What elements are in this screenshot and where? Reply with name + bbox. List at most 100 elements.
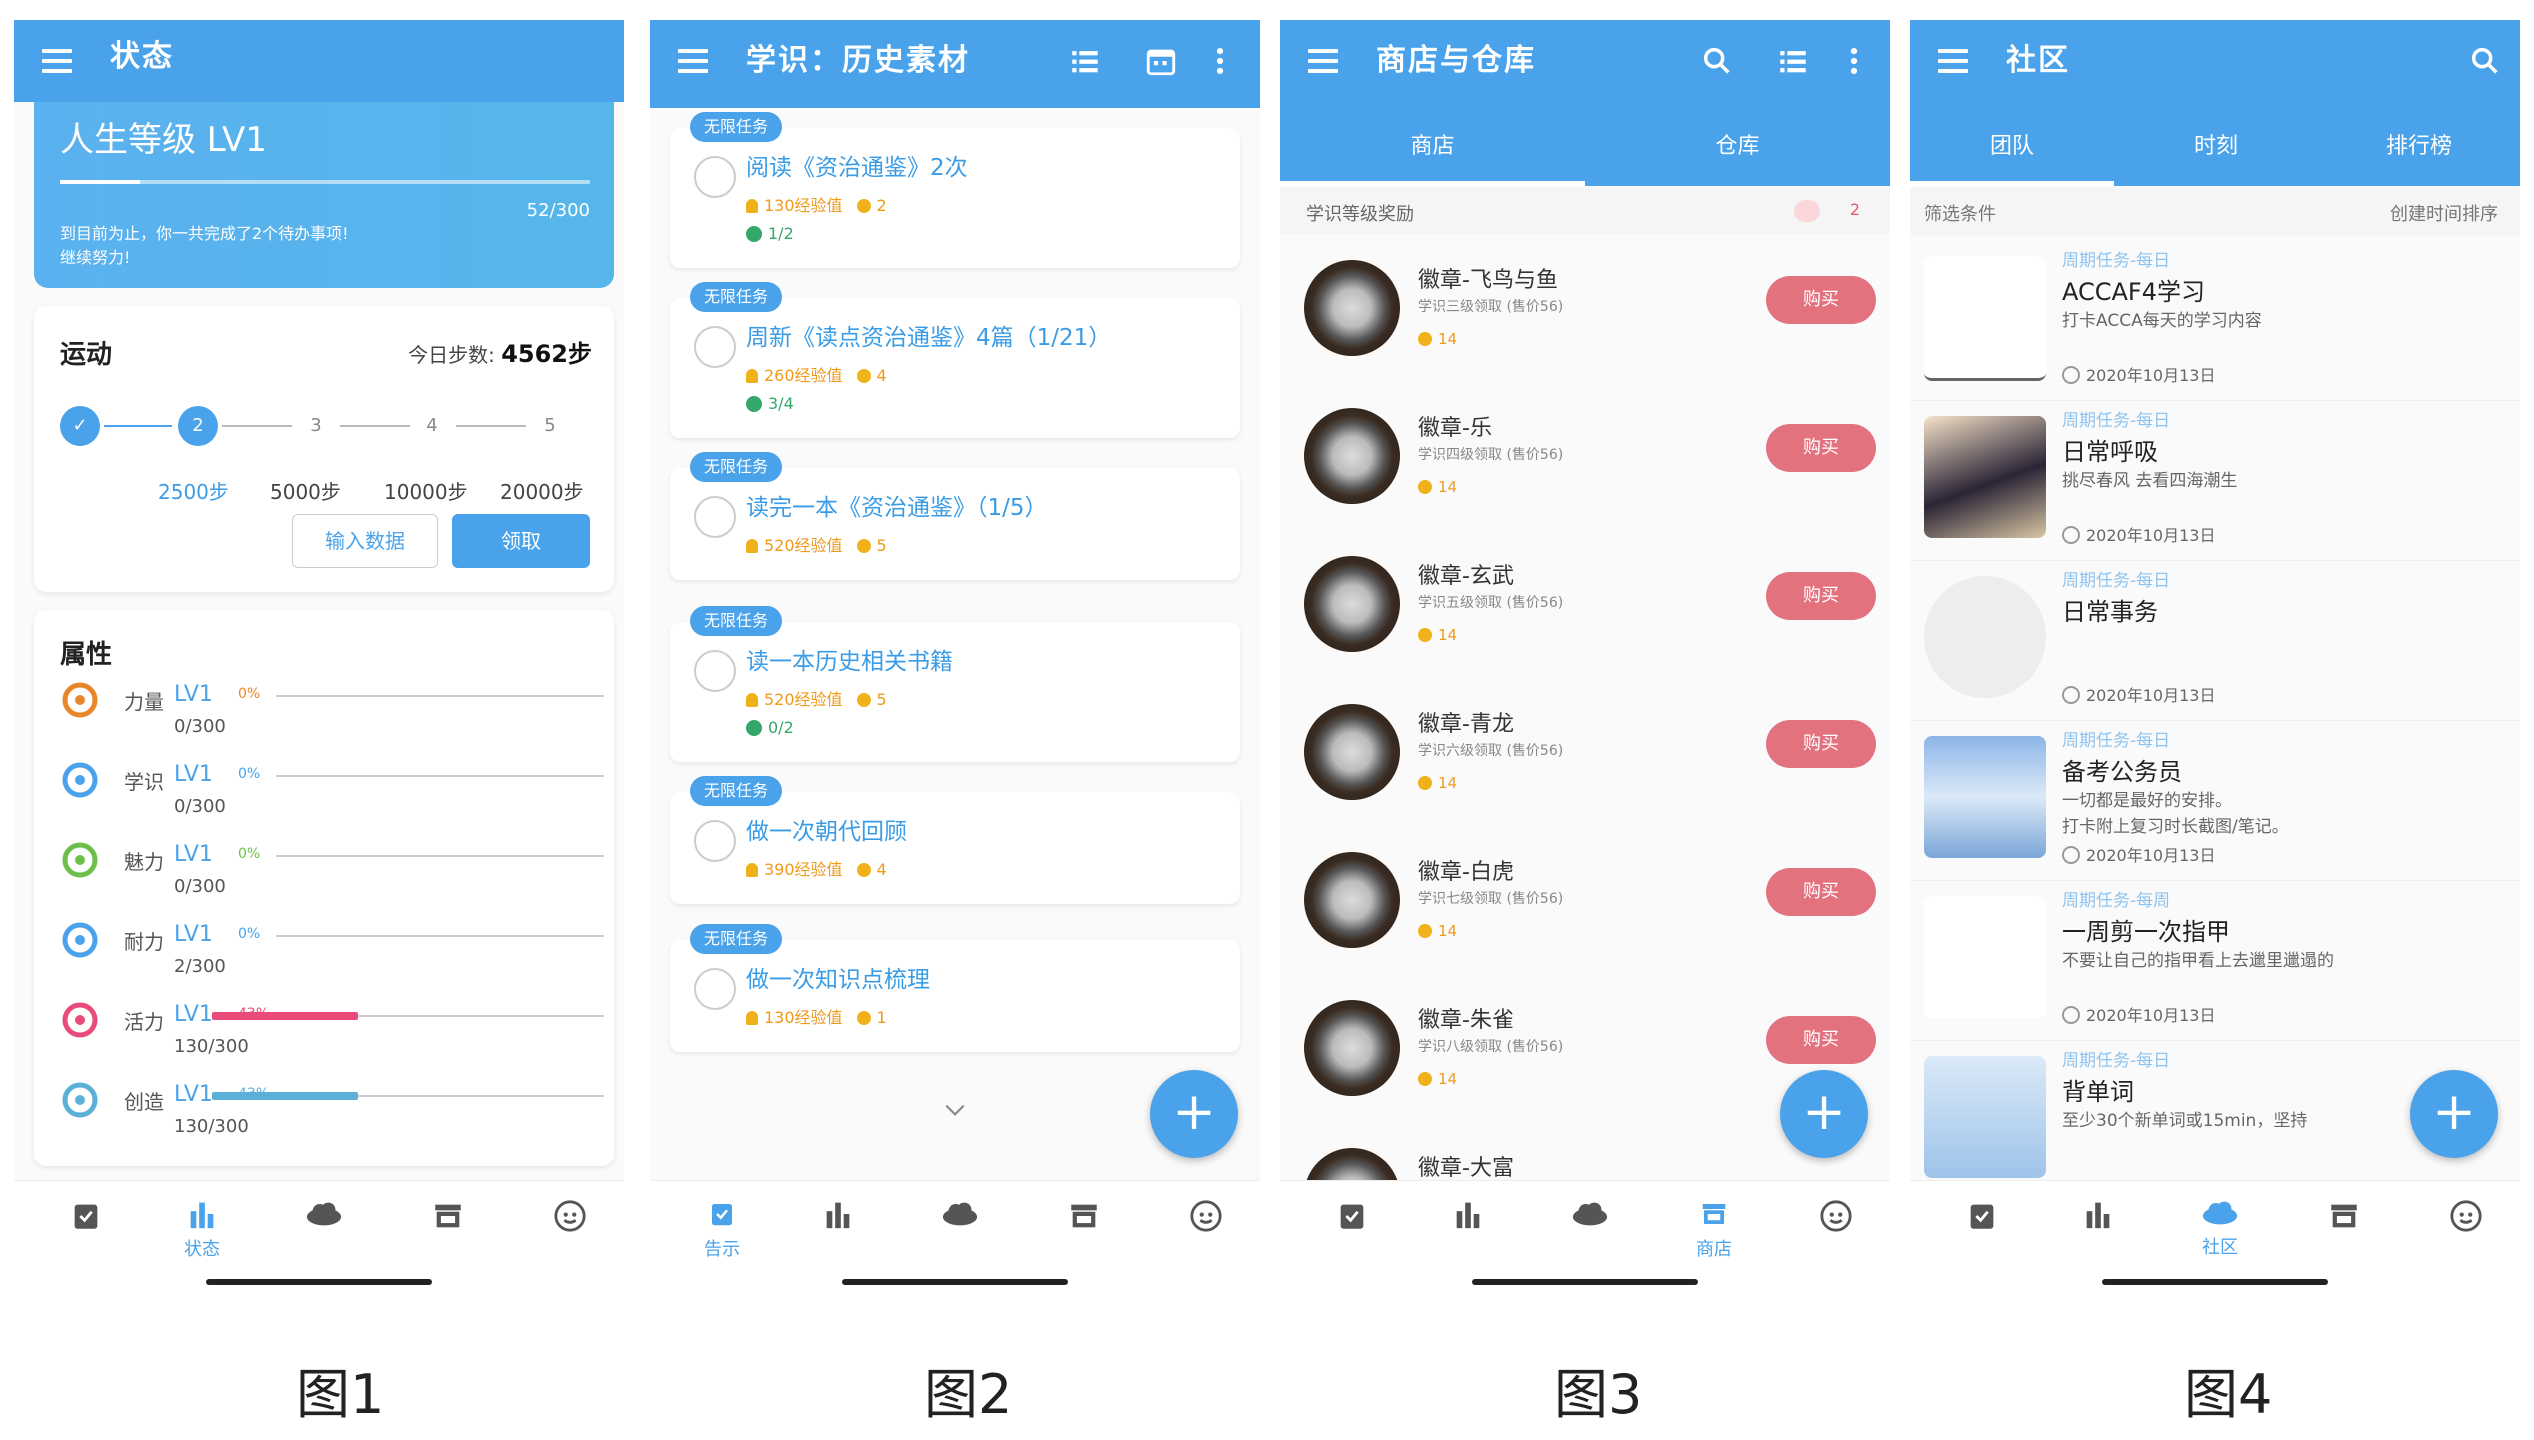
- tab-shop[interactable]: 商店: [1280, 108, 1585, 186]
- tab-team[interactable]: 团队: [1910, 108, 2114, 186]
- progress-icon: [746, 226, 762, 242]
- nav-profile-icon[interactable]: [2436, 1199, 2496, 1259]
- task-checkbox[interactable]: [694, 496, 736, 538]
- task-description-line: 打卡附上复习时长截图/笔记。: [2062, 817, 2289, 837]
- more-vert-icon[interactable]: [1210, 44, 1244, 78]
- task-card[interactable]: 做一次朝代回顾 390经验值 4: [670, 792, 1240, 904]
- buy-button[interactable]: 购买: [1766, 868, 1876, 916]
- task-exp: 130经验值: [764, 1008, 843, 1027]
- task-card[interactable]: 做一次知识点梳理 130经验值 1: [670, 940, 1240, 1052]
- list-icon[interactable]: [1068, 44, 1102, 78]
- steps-title: 运动: [60, 340, 113, 370]
- nav-shop-icon[interactable]: 商店: [1684, 1199, 1744, 1260]
- task-description-line: 打卡ACCA每天的学习内容: [2062, 311, 2262, 331]
- nav-status-icon[interactable]: 状态: [172, 1199, 232, 1260]
- step-dot-2[interactable]: 2: [178, 406, 218, 446]
- nav-shop-icon[interactable]: [1054, 1199, 1114, 1259]
- search-icon[interactable]: [1700, 44, 1734, 78]
- steps-card: 运动 今日步数: 4562步 ✓ 2 3 4 5 2500步 5000步 100…: [34, 306, 614, 592]
- attribute-progress-track: [276, 935, 604, 937]
- nav-tasks-icon[interactable]: [1322, 1199, 1382, 1259]
- app-bar: 商店与仓库: [1280, 20, 1890, 108]
- task-date: 2020年10月13日: [2062, 362, 2215, 386]
- medal-icon: [746, 1011, 758, 1025]
- community-task[interactable]: 周期任务-每周 一周剪一次指甲 不要让自己的指甲看上去邋里邋遢的 2020年10月13…: [1910, 882, 2520, 1041]
- nav-profile-icon[interactable]: [1806, 1199, 1866, 1259]
- step-dot-3[interactable]: 3: [296, 406, 336, 446]
- tab-bar: 团队 时刻 排行榜: [1910, 108, 2520, 186]
- community-task[interactable]: 周期任务-每日 日常事务 2020年10月13日: [1910, 562, 2520, 721]
- tab-moments[interactable]: 时刻: [2114, 108, 2318, 186]
- item-price-value: 14: [1438, 774, 1458, 792]
- nav-status-icon[interactable]: [2068, 1199, 2128, 1259]
- buy-button[interactable]: 购买: [1766, 572, 1876, 620]
- sort-by-created[interactable]: 创建时间排序: [2390, 200, 2498, 226]
- step-dot-5[interactable]: 5: [530, 406, 570, 446]
- community-task[interactable]: 周期任务-每日 日常呼吸 挑尽春风 去看四海潮生 2020年10月13日: [1910, 402, 2520, 561]
- task-card[interactable]: 阅读《资治通鉴》2次 130经验值 2 1/2: [670, 128, 1240, 268]
- add-fab-button[interactable]: +: [1150, 1070, 1238, 1158]
- input-data-button[interactable]: 输入数据: [292, 514, 438, 568]
- nav-community-icon[interactable]: [930, 1199, 990, 1259]
- task-card[interactable]: 读完一本《资治通鉴》（1/5） 520经验值 5: [670, 468, 1240, 580]
- nav-community-icon[interactable]: [294, 1199, 354, 1259]
- attribute-row: 活力LV143%130/300: [60, 998, 604, 1068]
- home-indicator: [206, 1279, 432, 1285]
- task-coin: 5: [876, 536, 887, 555]
- task-checkbox[interactable]: [694, 968, 736, 1010]
- menu-icon[interactable]: [1308, 44, 1338, 78]
- buy-button[interactable]: 购买: [1766, 424, 1876, 472]
- nav-shop-icon[interactable]: [2314, 1199, 2374, 1259]
- attribute-name: 活力: [124, 1010, 164, 1034]
- menu-icon[interactable]: [678, 44, 708, 78]
- nav-community-icon[interactable]: 社区: [2190, 1199, 2250, 1259]
- attribute-progress-fill: [212, 1012, 359, 1020]
- calendar-icon[interactable]: [1144, 44, 1178, 78]
- task-date: 2020年10月13日: [2062, 522, 2215, 546]
- level-title: 人生等级 LV1: [60, 120, 267, 160]
- menu-icon[interactable]: [1938, 44, 1968, 78]
- task-thumbnail: [1924, 896, 2046, 1018]
- task-checkbox[interactable]: [694, 326, 736, 368]
- level-message-line1: 到目前为止，你一共完成了2个待办事项!: [60, 224, 349, 243]
- nav-shop-icon[interactable]: [418, 1199, 478, 1259]
- list-icon[interactable]: [1776, 44, 1810, 78]
- menu-icon[interactable]: [42, 44, 72, 78]
- task-card[interactable]: 周新《读点资治通鉴》4篇（1/21） 260经验值 4 3/4: [670, 298, 1240, 438]
- nav-profile-icon[interactable]: [1176, 1199, 1236, 1259]
- tab-leaderboard[interactable]: 排行榜: [2318, 108, 2520, 186]
- nav-profile-icon[interactable]: [540, 1199, 600, 1259]
- task-checkbox[interactable]: [694, 156, 736, 198]
- attribute-level: LV1: [174, 1082, 213, 1107]
- search-icon[interactable]: [2468, 44, 2502, 78]
- shop-item: 徽章-飞鸟与鱼 学识三级领取 (售价56) 14 购买: [1280, 246, 1890, 396]
- community-task[interactable]: 周期任务-每日 ACCAF4学习 打卡ACCA每天的学习内容 2020年10月13日: [1910, 242, 2520, 401]
- nav-tasks-icon[interactable]: 告示: [692, 1199, 752, 1260]
- step-dot-1[interactable]: ✓: [60, 406, 100, 446]
- community-task[interactable]: 周期任务-每日 备考公务员 一切都是最好的安排。 打卡附上复习时长截图/笔记。 2020…: [1910, 722, 2520, 881]
- add-fab-button[interactable]: +: [2410, 1070, 2498, 1158]
- nav-tasks-icon[interactable]: [1952, 1199, 2012, 1259]
- task-card[interactable]: 读一本历史相关书籍 520经验值 5 0/2: [670, 622, 1240, 762]
- buy-button[interactable]: 购买: [1766, 720, 1876, 768]
- filter-conditions[interactable]: 筛选条件: [1924, 200, 1996, 226]
- attribute-name: 创造: [124, 1090, 164, 1114]
- step-dot-4[interactable]: 4: [412, 406, 452, 446]
- nav-community-icon[interactable]: [1560, 1199, 1620, 1259]
- task-exp: 520经验值: [764, 536, 843, 555]
- task-checkbox[interactable]: [694, 650, 736, 692]
- task-exp: 130经验值: [764, 196, 843, 215]
- nav-tasks-icon[interactable]: [56, 1199, 116, 1259]
- nav-status-icon[interactable]: [808, 1199, 868, 1259]
- buy-button[interactable]: 购买: [1766, 276, 1876, 324]
- nav-status-icon[interactable]: [1438, 1199, 1498, 1259]
- add-fab-button[interactable]: +: [1780, 1070, 1868, 1158]
- buy-button[interactable]: 购买: [1766, 1016, 1876, 1064]
- claim-button[interactable]: 领取: [452, 514, 590, 568]
- task-checkbox[interactable]: [694, 820, 736, 862]
- expand-more-icon[interactable]: [942, 1100, 968, 1120]
- more-vert-icon[interactable]: [1844, 44, 1878, 78]
- tab-warehouse[interactable]: 仓库: [1585, 108, 1890, 186]
- step-line: [340, 425, 410, 427]
- task-description: 打卡ACCA每天的学习内容: [2062, 308, 2262, 334]
